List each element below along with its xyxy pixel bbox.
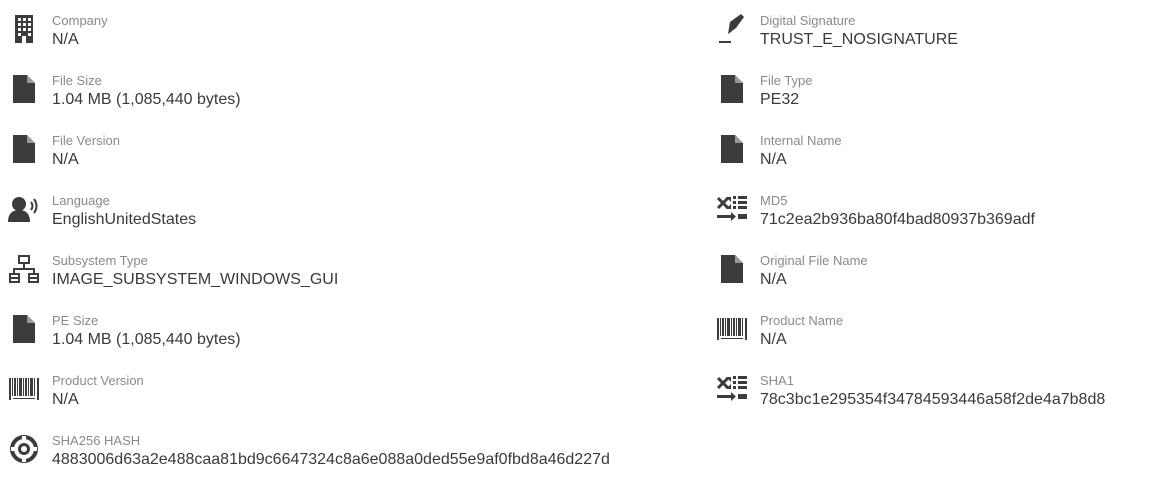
property-label: Product Name [760, 313, 844, 328]
lifebuoy-icon [8, 433, 40, 465]
property-sha256-hash: SHA256 HASH 4883006d63a2e488caa81bd9c664… [8, 429, 610, 489]
property-value: IMAGE_SUBSYSTEM_WINDOWS_GUI [52, 271, 339, 288]
property-label: File Type [760, 73, 813, 88]
property-label: Internal Name [760, 133, 842, 148]
property-value: N/A [52, 151, 79, 168]
property-md5: MD5 71c2ea2b936ba80f4bad80937b369adf [716, 189, 1105, 249]
property-label: Subsystem Type [52, 253, 148, 268]
property-label: PE Size [52, 313, 99, 328]
barcode-icon [8, 373, 40, 405]
property-value: 4883006d63a2e488caa81bd9c6647324c8a6e088… [52, 451, 610, 468]
shuffle-list-icon [716, 193, 748, 225]
property-file-size: File Size 1.04 MB (1,085,440 bytes) [8, 69, 610, 129]
property-file-type: File Type PE32 [716, 69, 1105, 129]
property-pe-size: PE Size 1.04 MB (1,085,440 bytes) [8, 309, 610, 369]
property-digital-signature: Digital Signature TRUST_E_NOSIGNATURE [716, 9, 1105, 69]
file-icon [716, 133, 748, 165]
file-icon [716, 253, 748, 285]
property-value: N/A [760, 331, 787, 348]
property-label: Product Version [52, 373, 144, 388]
barcode-icon [716, 313, 748, 345]
property-value: N/A [760, 151, 787, 168]
network-icon [8, 253, 40, 285]
property-value: 71c2ea2b936ba80f4bad80937b369adf [760, 211, 1035, 228]
right-properties-column: Digital Signature TRUST_E_NOSIGNATURE Fi… [716, 9, 1105, 429]
property-product-name: Product Name N/A [716, 309, 1105, 369]
property-sha1: SHA1 78c3bc1e295354f34784593446a58f2de4a… [716, 369, 1105, 429]
property-label: Company [52, 13, 108, 28]
shuffle-list-icon [716, 373, 748, 405]
property-value: 78c3bc1e295354f34784593446a58f2de4a7b8d8 [760, 391, 1106, 408]
property-label: SHA1 [760, 373, 794, 388]
property-file-version: File Version N/A [8, 129, 610, 189]
file-icon [716, 73, 748, 105]
file-icon [8, 313, 40, 345]
property-value: PE32 [760, 91, 800, 108]
file-icon [8, 133, 40, 165]
property-label: SHA256 HASH [52, 433, 141, 448]
property-value: TRUST_E_NOSIGNATURE [760, 31, 958, 48]
property-company: Company N/A [8, 9, 610, 69]
property-subsystem-type: Subsystem Type IMAGE_SUBSYSTEM_WINDOWS_G… [8, 249, 610, 309]
property-value: 1.04 MB (1,085,440 bytes) [52, 331, 241, 348]
property-label: MD5 [760, 193, 788, 208]
file-icon [8, 73, 40, 105]
pen-icon [716, 13, 748, 45]
speaking-person-icon [8, 193, 40, 225]
property-original-file-name: Original File Name N/A [716, 249, 1105, 309]
property-label: File Version [52, 133, 120, 148]
property-value: EnglishUnitedStates [52, 211, 197, 228]
property-value: N/A [52, 31, 79, 48]
property-label: Language [52, 193, 110, 208]
property-label: Original File Name [760, 253, 868, 268]
left-properties-column: Company N/A File Size 1.04 MB (1,085,440… [8, 9, 610, 489]
property-value: 1.04 MB (1,085,440 bytes) [52, 91, 241, 108]
property-language: Language EnglishUnitedStates [8, 189, 610, 249]
property-internal-name: Internal Name N/A [716, 129, 1105, 189]
property-value: N/A [760, 271, 787, 288]
property-label: File Size [52, 73, 102, 88]
property-label: Digital Signature [760, 13, 856, 28]
building-icon [8, 13, 40, 45]
property-value: N/A [52, 391, 79, 408]
property-product-version: Product Version N/A [8, 369, 610, 429]
